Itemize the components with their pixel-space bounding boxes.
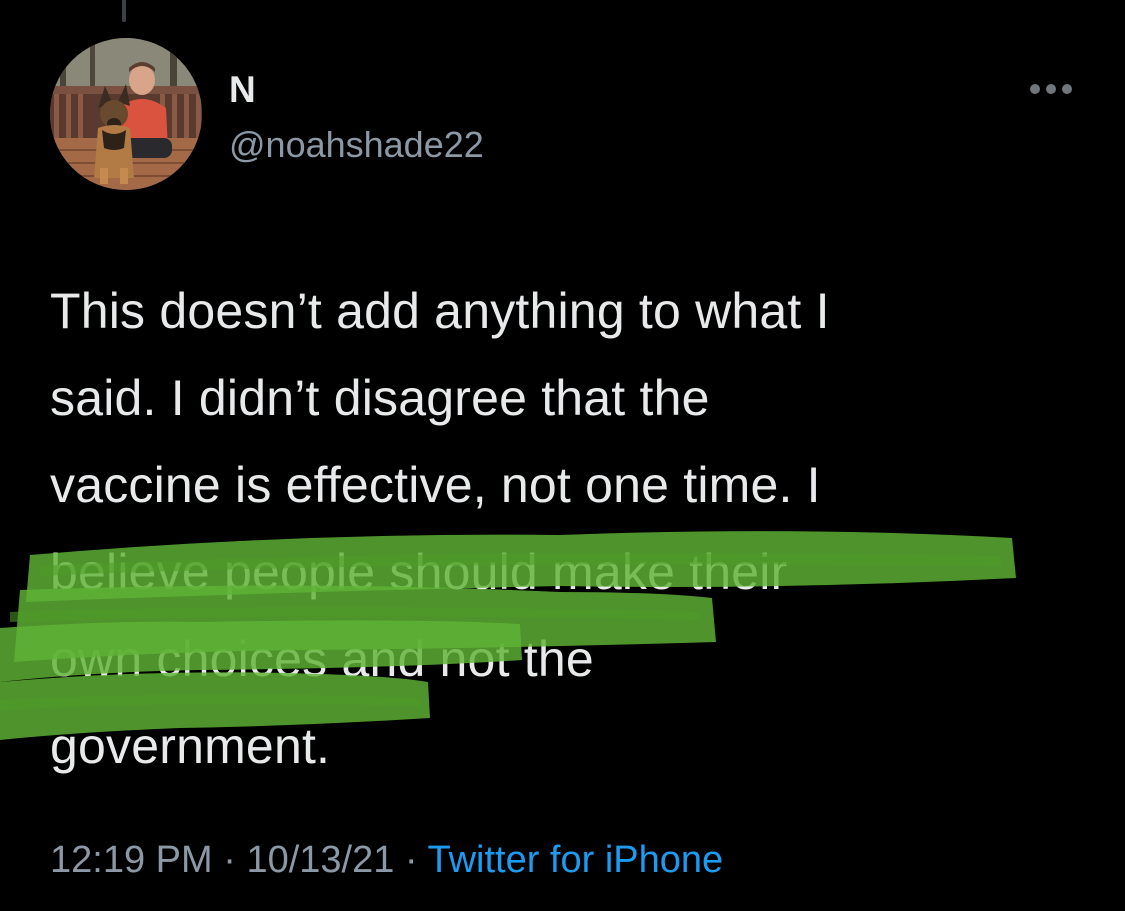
separator-dot: ·: [404, 839, 418, 881]
tweet-text: This doesn’t add anything to what I said…: [50, 268, 1070, 790]
profile-photo-icon: [50, 38, 202, 190]
tweet-source-link[interactable]: Twitter for iPhone: [427, 839, 723, 881]
tweet-text-line: said. I didn’t disagree that the: [50, 370, 710, 426]
separator-dot: ·: [223, 839, 236, 881]
tweet-time: 12:19 PM: [50, 839, 213, 881]
tweet-text-line: believe people should make their: [50, 544, 788, 600]
thread-connector-line: [122, 0, 126, 22]
tweet-metadata: 12:19 PM · 10/13/21 · Twitter for iPhone: [50, 838, 723, 882]
tweet-text-line: vaccine is effective, not one time. I: [50, 457, 821, 513]
tweet-date: 10/13/21: [246, 839, 395, 881]
more-horizontal-icon: [1030, 84, 1072, 94]
display-name[interactable]: N: [229, 70, 256, 110]
avatar[interactable]: [50, 38, 202, 190]
tweet-text-line: own choices and not the: [50, 631, 594, 687]
tweet-text-line: government.: [50, 718, 331, 774]
more-options-button[interactable]: [1025, 74, 1077, 104]
tweet-text-line: This doesn’t add anything to what I: [50, 283, 830, 339]
user-handle[interactable]: @noahshade22: [229, 125, 484, 165]
